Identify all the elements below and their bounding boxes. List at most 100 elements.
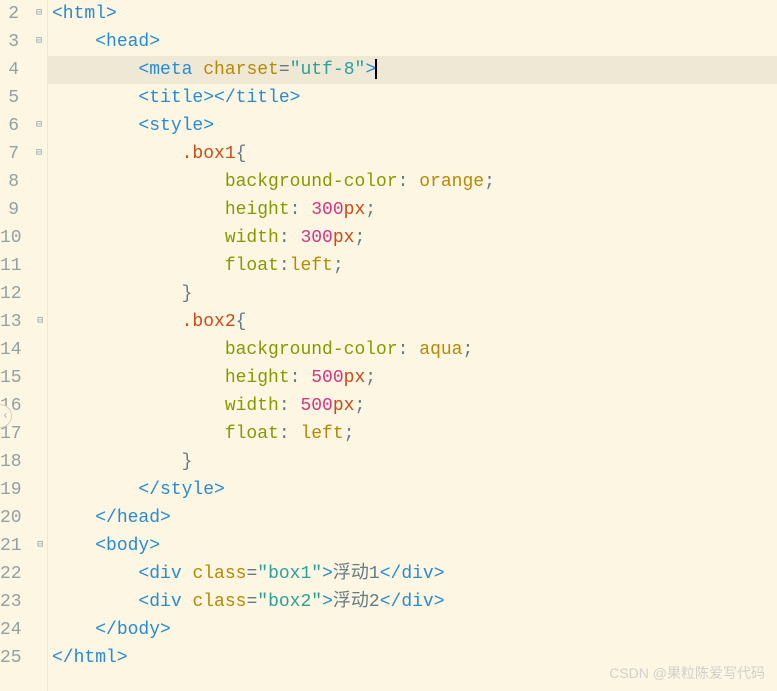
code-token: "utf-8" xyxy=(290,60,366,80)
code-line[interactable]: .box2{ xyxy=(48,308,777,336)
code-line[interactable]: <div class="box1">浮动1</div> xyxy=(48,560,777,588)
code-token: <div xyxy=(138,592,181,612)
line-number: 25 xyxy=(0,644,36,672)
code-token: = xyxy=(246,592,257,612)
line-number: 23 xyxy=(0,588,36,616)
code-area[interactable]: <html> <head> <meta charset="utf-8"> <ti… xyxy=(48,0,777,691)
line-number: 12 xyxy=(0,280,36,308)
fold-toggle-icon[interactable]: ⊟ xyxy=(33,28,45,56)
code-token: height xyxy=(225,368,290,388)
line-number: 19 xyxy=(0,476,36,504)
line-number: 4 xyxy=(8,56,33,84)
code-token: </style> xyxy=(138,480,224,500)
code-token: px xyxy=(344,200,366,220)
gutter-line: 11 xyxy=(0,252,45,280)
code-token: width xyxy=(225,396,279,416)
gutter-line: 15 xyxy=(0,364,45,392)
code-line[interactable]: <head> xyxy=(48,28,777,56)
code-token: <title></title> xyxy=(138,88,300,108)
code-line[interactable]: .box1{ xyxy=(48,140,777,168)
gutter-line: 4 xyxy=(0,56,45,84)
code-token: px xyxy=(344,368,366,388)
code-token: </html> xyxy=(52,648,128,668)
code-token: class xyxy=(192,564,246,584)
line-number-gutter: 2⊟3⊟456⊟7⊟8910111213⊟1415161718192021⊟22… xyxy=(0,0,48,691)
fold-toggle-icon[interactable]: ⊟ xyxy=(36,308,45,336)
code-token: = xyxy=(246,564,257,584)
code-token: ; xyxy=(344,424,355,444)
gutter-line: 25 xyxy=(0,644,45,672)
code-token: 500 xyxy=(311,368,343,388)
code-token: 浮动1 xyxy=(333,564,380,584)
code-editor[interactable]: 2⊟3⊟456⊟7⊟8910111213⊟1415161718192021⊟22… xyxy=(0,0,777,691)
line-number: 20 xyxy=(0,504,36,532)
line-number: 15 xyxy=(0,364,36,392)
code-line[interactable]: width: 500px; xyxy=(48,392,777,420)
code-token: : xyxy=(398,340,420,360)
code-line[interactable]: } xyxy=(48,280,777,308)
code-line[interactable]: <meta charset="utf-8"> xyxy=(48,56,777,84)
code-token: 300 xyxy=(311,200,343,220)
code-line[interactable]: height: 300px; xyxy=(48,196,777,224)
fold-toggle-icon[interactable]: ⊟ xyxy=(33,140,45,168)
code-token: width xyxy=(225,228,279,248)
code-line[interactable]: <html> xyxy=(48,0,777,28)
code-line[interactable]: background-color: orange; xyxy=(48,168,777,196)
code-line[interactable]: width: 300px; xyxy=(48,224,777,252)
code-token: ; xyxy=(365,200,376,220)
gutter-line: 9 xyxy=(0,196,45,224)
line-number: 21 xyxy=(0,532,36,560)
code-token: class xyxy=(192,592,246,612)
code-line[interactable]: } xyxy=(48,448,777,476)
code-token: : xyxy=(279,256,290,276)
code-token xyxy=(182,592,193,612)
text-cursor xyxy=(375,59,377,79)
fold-toggle-icon[interactable]: ⊟ xyxy=(33,0,45,28)
code-line[interactable]: </style> xyxy=(48,476,777,504)
code-token: <html> xyxy=(52,4,117,24)
gutter-line: 13⊟ xyxy=(0,308,45,336)
fold-toggle-icon[interactable]: ⊟ xyxy=(36,532,45,560)
line-number: 8 xyxy=(8,168,33,196)
code-token: <style> xyxy=(138,116,214,136)
code-line[interactable]: </body> xyxy=(48,616,777,644)
code-token: background-color xyxy=(225,340,398,360)
code-token: aqua xyxy=(419,340,462,360)
code-line[interactable]: height: 500px; xyxy=(48,364,777,392)
code-token: 300 xyxy=(300,228,332,248)
code-line[interactable]: <title></title> xyxy=(48,84,777,112)
line-number: 3 xyxy=(8,28,33,56)
code-token: ; xyxy=(333,256,344,276)
gutter-line: 10 xyxy=(0,224,45,252)
code-token: .box1 xyxy=(182,144,236,164)
code-token: : xyxy=(279,228,301,248)
code-token: : xyxy=(290,368,312,388)
code-token: </head> xyxy=(95,508,171,528)
line-number: 13 xyxy=(0,308,36,336)
code-line[interactable]: float: left; xyxy=(48,420,777,448)
line-number: 14 xyxy=(0,336,36,364)
gutter-line: 21⊟ xyxy=(0,532,45,560)
code-line[interactable]: <style> xyxy=(48,112,777,140)
code-token xyxy=(182,564,193,584)
code-token: .box2 xyxy=(182,312,236,332)
code-token: 500 xyxy=(300,396,332,416)
code-token: </body> xyxy=(95,620,171,640)
code-line[interactable]: </head> xyxy=(48,504,777,532)
gutter-line: 5 xyxy=(0,84,45,112)
gutter-line: 2⊟ xyxy=(0,0,45,28)
code-token: 浮动2 xyxy=(333,592,380,612)
code-token: ; xyxy=(462,340,473,360)
code-line[interactable]: <body> xyxy=(48,532,777,560)
code-token: { xyxy=(236,144,247,164)
code-token: <head> xyxy=(95,32,160,52)
code-line[interactable]: background-color: aqua; xyxy=(48,336,777,364)
code-token: float xyxy=(225,424,279,444)
line-number: 9 xyxy=(8,196,33,224)
code-line[interactable]: <div class="box2">浮动2</div> xyxy=(48,588,777,616)
code-line[interactable]: float:left; xyxy=(48,252,777,280)
code-token: </div> xyxy=(380,592,445,612)
watermark-text: CSDN @果粒陈爱写代码 xyxy=(609,663,765,683)
gutter-line: 12 xyxy=(0,280,45,308)
fold-toggle-icon[interactable]: ⊟ xyxy=(33,112,45,140)
